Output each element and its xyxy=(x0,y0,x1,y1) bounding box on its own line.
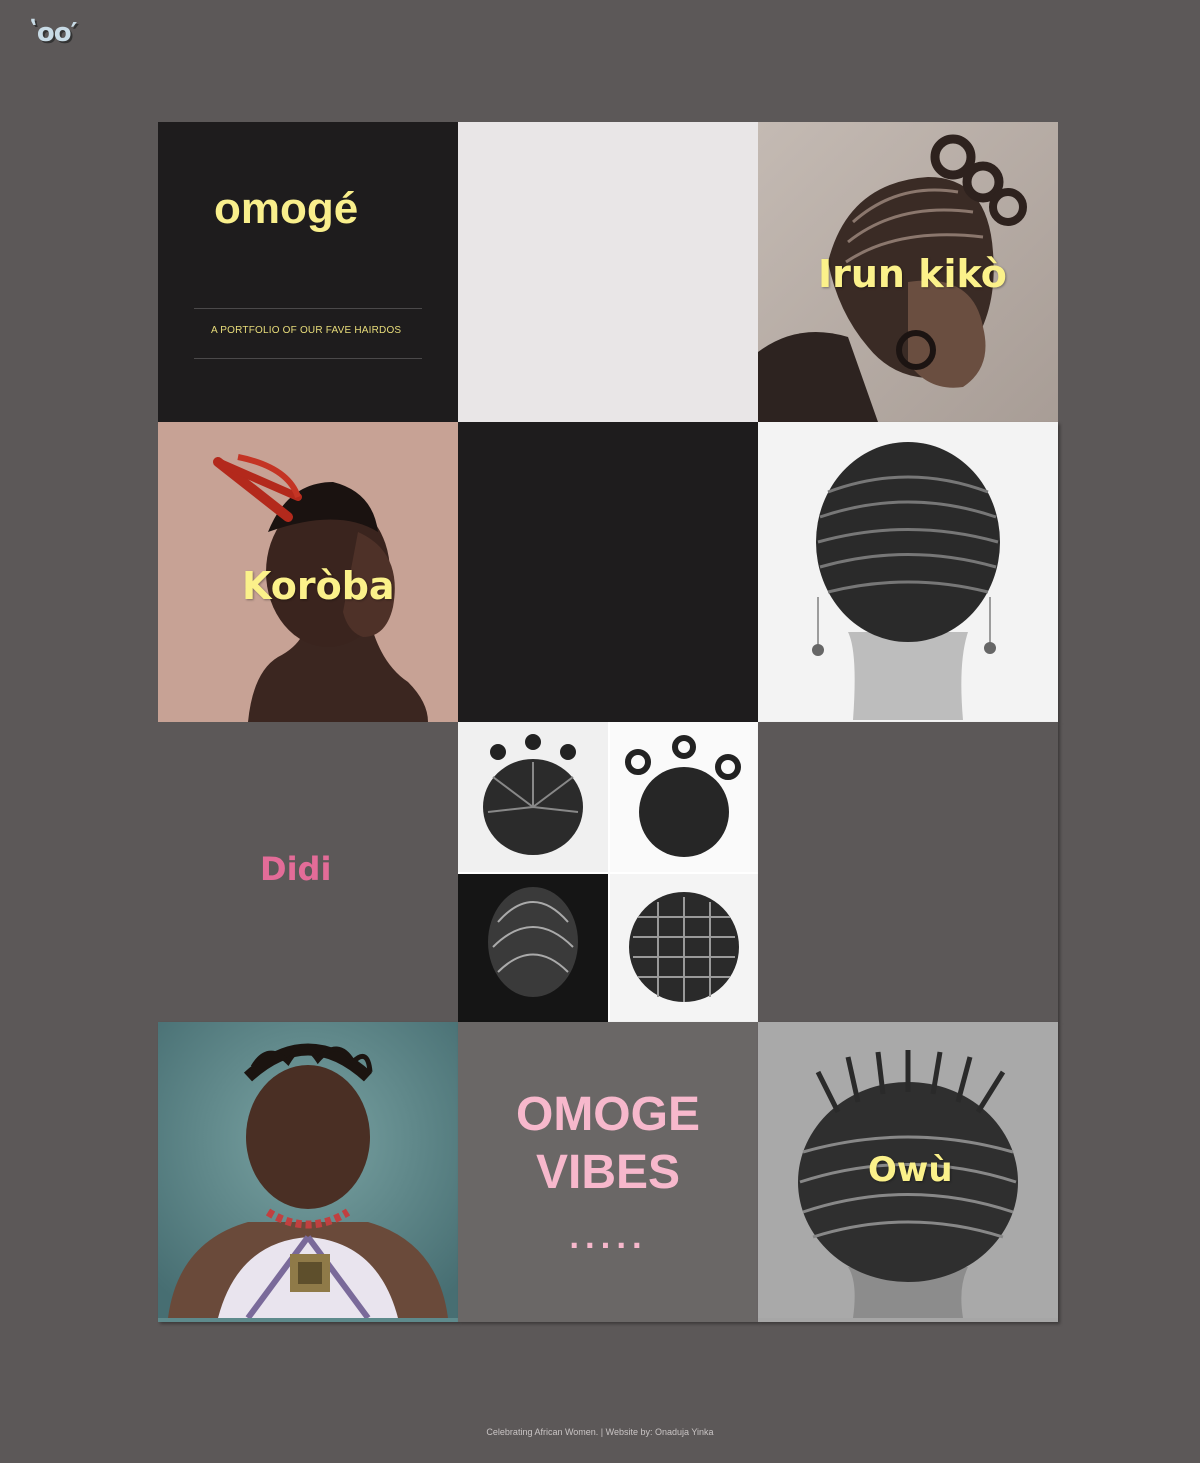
blank-tile-grey xyxy=(758,722,1058,1022)
site-tagline: A PORTFOLIO OF OUR FAVE HAIRDOS xyxy=(211,325,402,336)
divider-top xyxy=(194,308,422,309)
didi-tile[interactable]: Didi xyxy=(158,722,458,1022)
irun-kiko-tile[interactable]: Irun kikò xyxy=(758,122,1058,422)
didi-label: Didi xyxy=(260,850,332,888)
footer-credits: Celebrating African Women. | Website by:… xyxy=(486,1427,714,1437)
crown-braid-photo xyxy=(158,1022,458,1318)
site-title: omogé xyxy=(214,184,359,233)
divider-bottom xyxy=(194,358,422,359)
omoge-vibes-tile[interactable]: OMOGE VIBES ..... xyxy=(458,1022,758,1322)
irun-kiko-label: Irun kikò xyxy=(818,252,1007,296)
blank-tile-dark xyxy=(458,422,758,722)
owu-label: Owù xyxy=(868,1150,953,1190)
didi-collage-tile[interactable] xyxy=(458,722,758,1022)
vibes-line-1: OMOGE xyxy=(515,1088,700,1141)
koroba-label: Koròba xyxy=(242,564,395,608)
intro-tile: omogé A PORTFOLIO OF OUR FAVE HAIRDOS xyxy=(158,122,458,422)
didi-collage-photos xyxy=(458,722,758,1022)
cornrow-back-photo xyxy=(758,422,1058,720)
vibes-dots: ..... xyxy=(568,1222,648,1255)
site-logo[interactable]: ʽoo′ xyxy=(28,18,77,48)
owu-tile[interactable]: Owù xyxy=(758,1022,1058,1322)
vibes-line-2: VIBES xyxy=(535,1146,681,1199)
crown-braid-tile[interactable] xyxy=(158,1022,458,1322)
koroba-tile[interactable]: Koròba xyxy=(158,422,458,722)
blank-tile-light xyxy=(458,122,758,422)
cornrow-back-tile[interactable] xyxy=(758,422,1058,722)
